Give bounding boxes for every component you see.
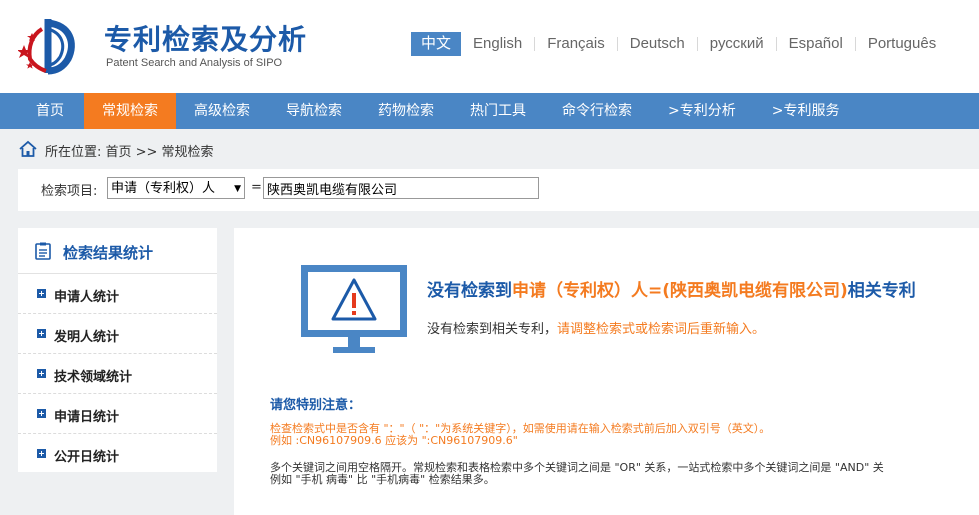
notice-title: 请您特别注意： <box>270 398 362 413</box>
plus-square-icon <box>37 369 46 378</box>
language-switcher: 中文 English Français Deutsch русский Espa… <box>411 32 948 56</box>
sidebar-title: 检索结果统计 <box>63 244 154 262</box>
chevron-down-icon: ▼ <box>234 184 241 194</box>
search-field-select[interactable]: 申请（专利权）人 ▼ <box>107 177 245 199</box>
notice-black-line-2: 例如 "手机 病毒" 比 "手机病毒" 检索结果多。 <box>270 473 495 486</box>
sidebar-item-filing-date-stats[interactable]: 申请日统计 <box>18 394 217 434</box>
sidebar-item-label: 公开日统计 <box>54 450 120 465</box>
nav-advanced-search[interactable]: 高级检索 <box>176 93 268 129</box>
site-subtitle: Patent Search and Analysis of SIPO <box>106 57 283 69</box>
nav-drug-search[interactable]: 药物检索 <box>360 93 452 129</box>
lang-ru[interactable]: русский <box>696 36 776 51</box>
breadcrumb-text: 所在位置: 首页 >> 常规检索 <box>45 145 214 160</box>
breadcrumb: 所在位置: 首页 >> 常规检索 <box>0 129 979 169</box>
lang-de[interactable]: Deutsch <box>616 36 697 51</box>
nav-command-search[interactable]: 命令行检索 <box>544 93 650 129</box>
no-results-prefix: 没有检索到 <box>427 281 512 301</box>
results-panel: 没有检索到申请（专利权）人=(陕西奥凯电缆有限公司)相关专利 没有检索到相关专利… <box>234 228 979 515</box>
monitor-warning-icon <box>301 265 407 353</box>
plus-square-icon <box>37 449 46 458</box>
search-field-value: 申请（专利权）人 <box>111 181 216 196</box>
search-field-label: 检索项目: <box>41 184 98 199</box>
site-header: 专利检索及分析 Patent Search and Analysis of SI… <box>0 0 979 93</box>
notice-keyword-tips: 多个关键词之间用空格隔开。常规检索和表格检索中多个关键词之间是 "OR" 关系，… <box>270 462 884 486</box>
plus-square-icon <box>37 289 46 298</box>
plus-square-icon <box>37 409 46 418</box>
no-results-hint-prefix: 没有检索到相关专利， <box>427 322 558 337</box>
search-input[interactable] <box>263 177 539 199</box>
sidebar-item-label: 申请日统计 <box>54 410 120 425</box>
site-title: 专利检索及分析 <box>104 23 308 56</box>
nav-navigation-search[interactable]: 导航检索 <box>268 93 360 129</box>
notice-keyword-warning: 检查检索式中是否含有 "："（ "："为系统关键字），如需使用请在输入检索式前后… <box>270 423 770 447</box>
sidebar-item-publication-date-stats[interactable]: 公开日统计 <box>18 434 217 473</box>
nav-patent-analysis[interactable]: >专利分析 <box>650 93 754 129</box>
sidebar-item-label: 申请人统计 <box>54 290 120 305</box>
sidebar-item-tech-field-stats[interactable]: 技术领域统计 <box>18 354 217 394</box>
sidebar-item-label: 技术领域统计 <box>54 370 133 385</box>
no-results-title: 没有检索到申请（专利权）人=(陕西奥凯电缆有限公司)相关专利 <box>427 276 916 301</box>
home-icon <box>19 140 37 157</box>
nav-general-search[interactable]: 常规检索 <box>84 93 176 129</box>
search-panel: 检索项目: 申请（专利权）人 ▼ = <box>18 169 979 211</box>
sidebar-item-applicant-stats[interactable]: 申请人统计 <box>18 274 217 314</box>
lang-zh[interactable]: 中文 <box>411 32 462 56</box>
lang-pt[interactable]: Português <box>854 36 948 51</box>
stats-sidebar: 检索结果统计 申请人统计 发明人统计 技术领域统计 申请日统计 公开日统计 <box>18 228 217 472</box>
no-results-query: 申请（专利权）人=(陕西奥凯电缆有限公司) <box>512 281 848 301</box>
sidebar-item-label: 发明人统计 <box>54 330 120 345</box>
notice-red-line-2: 例如 :CN96107909.6 应该为 ":CN96107909.6" <box>270 434 518 447</box>
sidebar-item-inventor-stats[interactable]: 发明人统计 <box>18 314 217 354</box>
plus-square-icon <box>37 329 46 338</box>
clipboard-icon <box>35 242 51 260</box>
lang-fr[interactable]: Français <box>534 36 617 51</box>
sidebar-header: 检索结果统计 <box>18 228 217 274</box>
no-results-hint-highlight: 请调整检索式或检索词后重新输入。 <box>557 322 766 337</box>
sipo-logo-icon[interactable] <box>18 15 78 75</box>
nav-home[interactable]: 首页 <box>0 93 84 129</box>
equals-sign: = <box>251 180 262 195</box>
no-results-suffix: 相关专利 <box>847 281 916 301</box>
lang-es[interactable]: Español <box>775 36 855 51</box>
no-results-hint: 没有检索到相关专利，请调整检索式或检索词后重新输入。 <box>427 318 765 337</box>
nav-patent-service[interactable]: >专利服务 <box>754 93 858 129</box>
main-nav: 首页 常规检索 高级检索 导航检索 药物检索 热门工具 命令行检索 >专利分析 … <box>0 93 979 129</box>
nav-hot-tools[interactable]: 热门工具 <box>452 93 544 129</box>
lang-en[interactable]: English <box>461 36 534 51</box>
